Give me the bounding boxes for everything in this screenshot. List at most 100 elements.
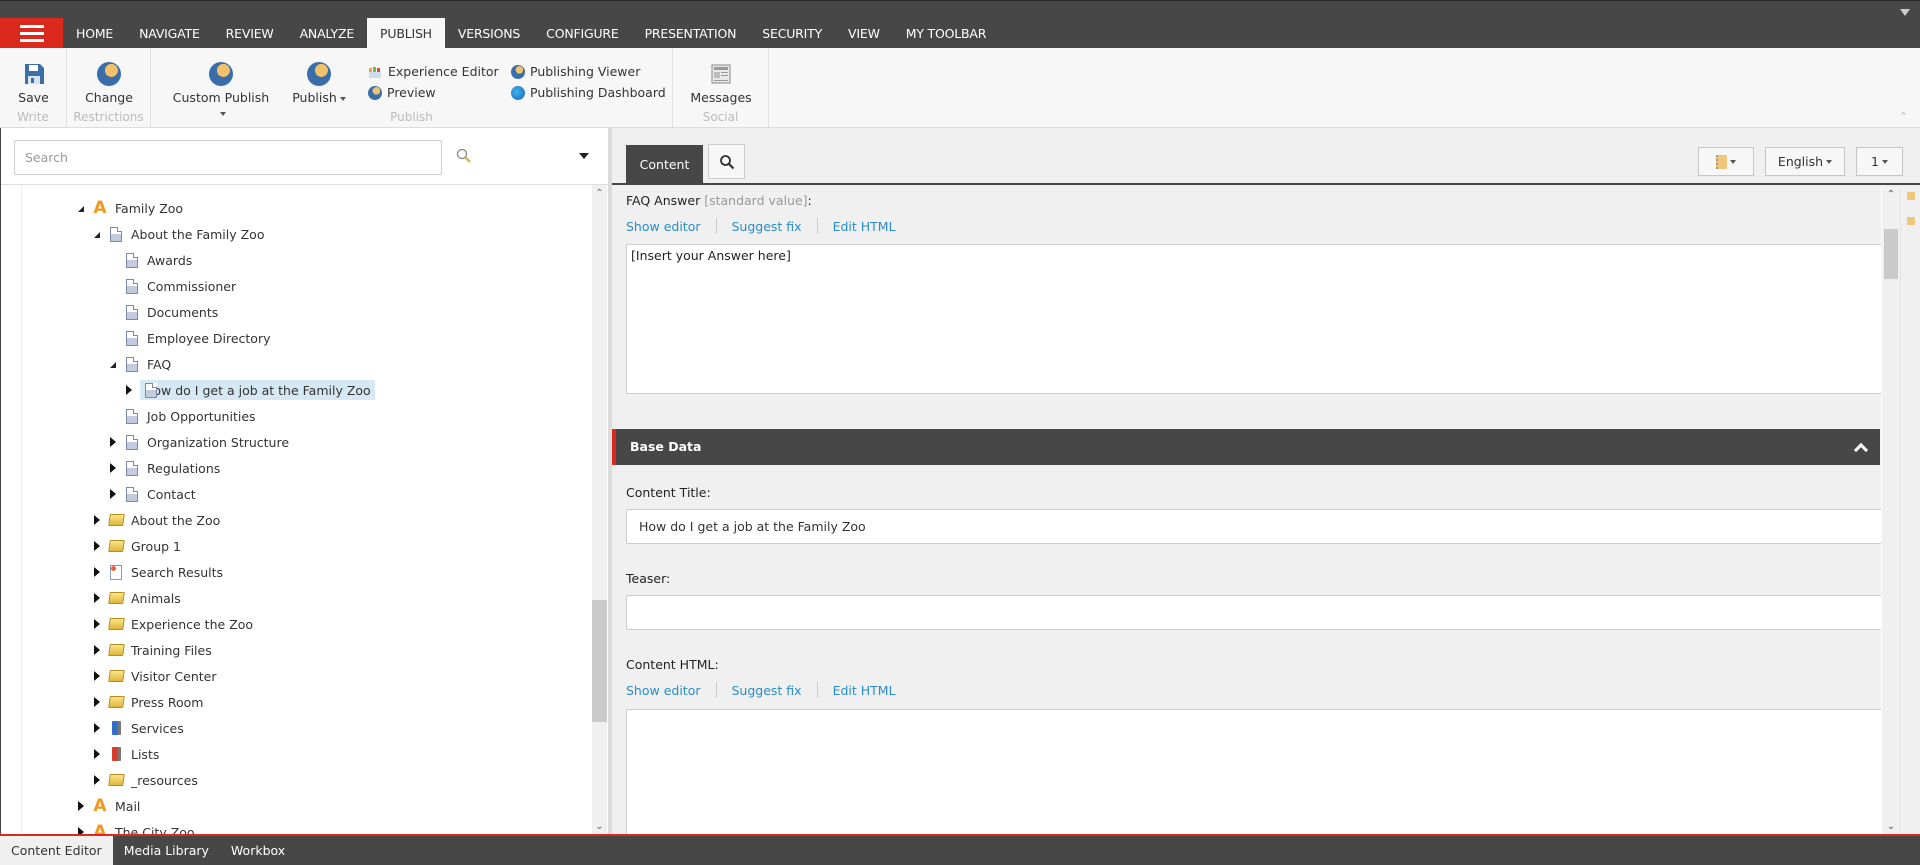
expand-arrow-icon[interactable] <box>90 513 104 527</box>
collapse-top-icon[interactable] <box>1900 9 1910 16</box>
selected-item-highlight[interactable]: How do I get a job at the Family Zoo <box>140 380 375 400</box>
tree-item[interactable]: Visitor Center <box>90 665 220 687</box>
tree-scrollbar[interactable]: ⌃ ⌄ <box>592 185 607 834</box>
change-button[interactable]: Change <box>67 62 151 105</box>
tree-item[interactable]: Press Room <box>90 691 207 713</box>
tree-item[interactable]: About the Family Zoo <box>90 223 268 245</box>
tree-item[interactable]: Contact <box>106 483 200 505</box>
tree-item-label[interactable]: _resources <box>129 770 202 791</box>
tree-item-label[interactable]: Animals <box>129 588 185 609</box>
collapse-ribbon-icon[interactable]: ⌃ <box>1899 110 1908 123</box>
scroll-up-icon[interactable]: ⌃ <box>592 187 607 201</box>
tree-item[interactable]: Services <box>90 717 188 739</box>
tree-item[interactable]: Commissioner <box>106 275 240 297</box>
tree-item-label[interactable]: Services <box>129 718 188 739</box>
tab-versions[interactable]: VERSIONS <box>445 18 533 49</box>
search-icon[interactable] <box>456 148 472 164</box>
expand-arrow-icon[interactable] <box>74 825 88 834</box>
expand-arrow-icon[interactable] <box>90 695 104 709</box>
collapse-arrow-icon[interactable] <box>74 201 88 215</box>
collapse-arrow-icon[interactable] <box>106 357 120 371</box>
tab-workbox[interactable]: Workbox <box>220 836 296 865</box>
tree-item[interactable]: Organization Structure <box>106 431 293 453</box>
tab-publish[interactable]: PUBLISH <box>367 18 445 49</box>
tab-content-editor[interactable]: Content Editor <box>0 836 113 865</box>
tree-item-label[interactable]: Regulations <box>145 458 224 479</box>
tree-item[interactable]: A The City Zoo <box>74 821 199 835</box>
content-title-input[interactable] <box>626 509 1888 544</box>
scroll-down-icon[interactable]: ⌄ <box>592 820 607 834</box>
preview-button[interactable]: Preview <box>368 85 436 100</box>
tree-item-label[interactable]: Training Files <box>129 640 216 661</box>
tree-scrollbar-thumb[interactable] <box>592 600 607 722</box>
expand-arrow-icon[interactable] <box>106 435 120 449</box>
expand-arrow-icon[interactable] <box>74 799 88 813</box>
expand-arrow-icon[interactable] <box>90 539 104 553</box>
tree-item-label[interactable]: The City Zoo <box>113 822 199 835</box>
tab-analyze[interactable]: ANALYZE <box>287 18 367 49</box>
tree-item[interactable]: Job Opportunities <box>106 405 260 427</box>
tab-security[interactable]: SECURITY <box>749 18 835 49</box>
experience-editor-button[interactable]: Experience Editor <box>368 64 499 79</box>
tree-item-label[interactable]: Search Results <box>129 562 227 583</box>
language-dropdown[interactable]: English <box>1765 147 1845 176</box>
tree-item-label[interactable]: Mail <box>113 796 144 817</box>
tree-item[interactable]: Experience the Zoo <box>90 613 257 635</box>
section-header-base-data[interactable]: Base Data <box>612 429 1880 465</box>
tab-my-toolbar[interactable]: MY TOOLBAR <box>893 18 999 49</box>
editor-scrollbar[interactable]: ⌃ ⌄ <box>1881 187 1899 834</box>
tree-item-label[interactable]: Job Opportunities <box>145 406 260 427</box>
expand-arrow-icon[interactable] <box>90 669 104 683</box>
version-dropdown[interactable]: 1 <box>1856 147 1903 176</box>
tree-item[interactable]: Documents <box>106 301 222 323</box>
expand-arrow-icon[interactable] <box>90 617 104 631</box>
tree-item[interactable]: How do I get a job at the Family Zoo <box>122 379 375 401</box>
tab-view[interactable]: VIEW <box>835 18 893 49</box>
teaser-input[interactable] <box>626 595 1888 630</box>
tree-item[interactable]: Animals <box>90 587 185 609</box>
validation-marker[interactable] <box>1907 217 1915 225</box>
notebook-dropdown[interactable] <box>1698 147 1754 176</box>
expand-arrow-icon[interactable] <box>90 565 104 579</box>
tree-item-label[interactable]: Awards <box>145 250 196 271</box>
expand-arrow-icon[interactable] <box>122 383 136 397</box>
expand-arrow-icon[interactable] <box>106 461 120 475</box>
tree-item-label[interactable]: Documents <box>145 302 222 323</box>
tab-presentation[interactable]: PRESENTATION <box>632 18 750 49</box>
tree-item-label[interactable]: Family Zoo <box>113 198 187 219</box>
publishing-dashboard-button[interactable]: Publishing Dashboard <box>511 85 666 100</box>
expand-arrow-icon[interactable] <box>90 747 104 761</box>
tree-item-label[interactable]: Lists <box>129 744 163 765</box>
content-html-field[interactable] <box>626 709 1891 834</box>
suggest-fix-link[interactable]: Suggest fix <box>732 683 802 698</box>
hamburger-menu-button[interactable] <box>0 18 63 49</box>
tree-item-label[interactable]: Commissioner <box>145 276 240 297</box>
tree-item[interactable]: Search Results <box>90 561 227 583</box>
tree-item[interactable]: Regulations <box>106 457 224 479</box>
scroll-down-icon[interactable]: ⌄ <box>1882 821 1900 832</box>
show-editor-link[interactable]: Show editor <box>626 219 701 234</box>
show-editor-link[interactable]: Show editor <box>626 683 701 698</box>
collapse-arrow-icon[interactable] <box>90 227 104 241</box>
editor-scrollbar-thumb[interactable] <box>1884 229 1898 279</box>
expand-arrow-icon[interactable] <box>90 591 104 605</box>
tree-item[interactable]: FAQ <box>106 353 175 375</box>
save-button[interactable]: Save <box>0 62 67 105</box>
publish-button[interactable]: Publish <box>289 62 349 105</box>
tab-review[interactable]: REVIEW <box>213 18 287 49</box>
expand-arrow-icon[interactable] <box>90 773 104 787</box>
chevron-up-icon[interactable] <box>1853 442 1869 458</box>
tree-item[interactable]: Lists <box>90 743 163 765</box>
tree-item-label[interactable]: Employee Directory <box>145 328 275 349</box>
expand-arrow-icon[interactable] <box>90 643 104 657</box>
tree-item[interactable]: A Family Zoo <box>74 197 187 219</box>
tab-media-library[interactable]: Media Library <box>113 836 220 865</box>
tab-home[interactable]: HOME <box>63 18 126 49</box>
tab-content[interactable]: Content <box>626 145 703 185</box>
tree-item-label[interactable]: Visitor Center <box>129 666 220 687</box>
tree-item-label[interactable]: FAQ <box>145 354 175 375</box>
tree-item[interactable]: Training Files <box>90 639 216 661</box>
tree-item-label[interactable]: How do I get a job at the Family Zoo <box>144 382 371 398</box>
faq-answer-field[interactable]: [Insert your Answer here] <box>626 244 1888 394</box>
tree-item-label[interactable]: Press Room <box>129 692 207 713</box>
